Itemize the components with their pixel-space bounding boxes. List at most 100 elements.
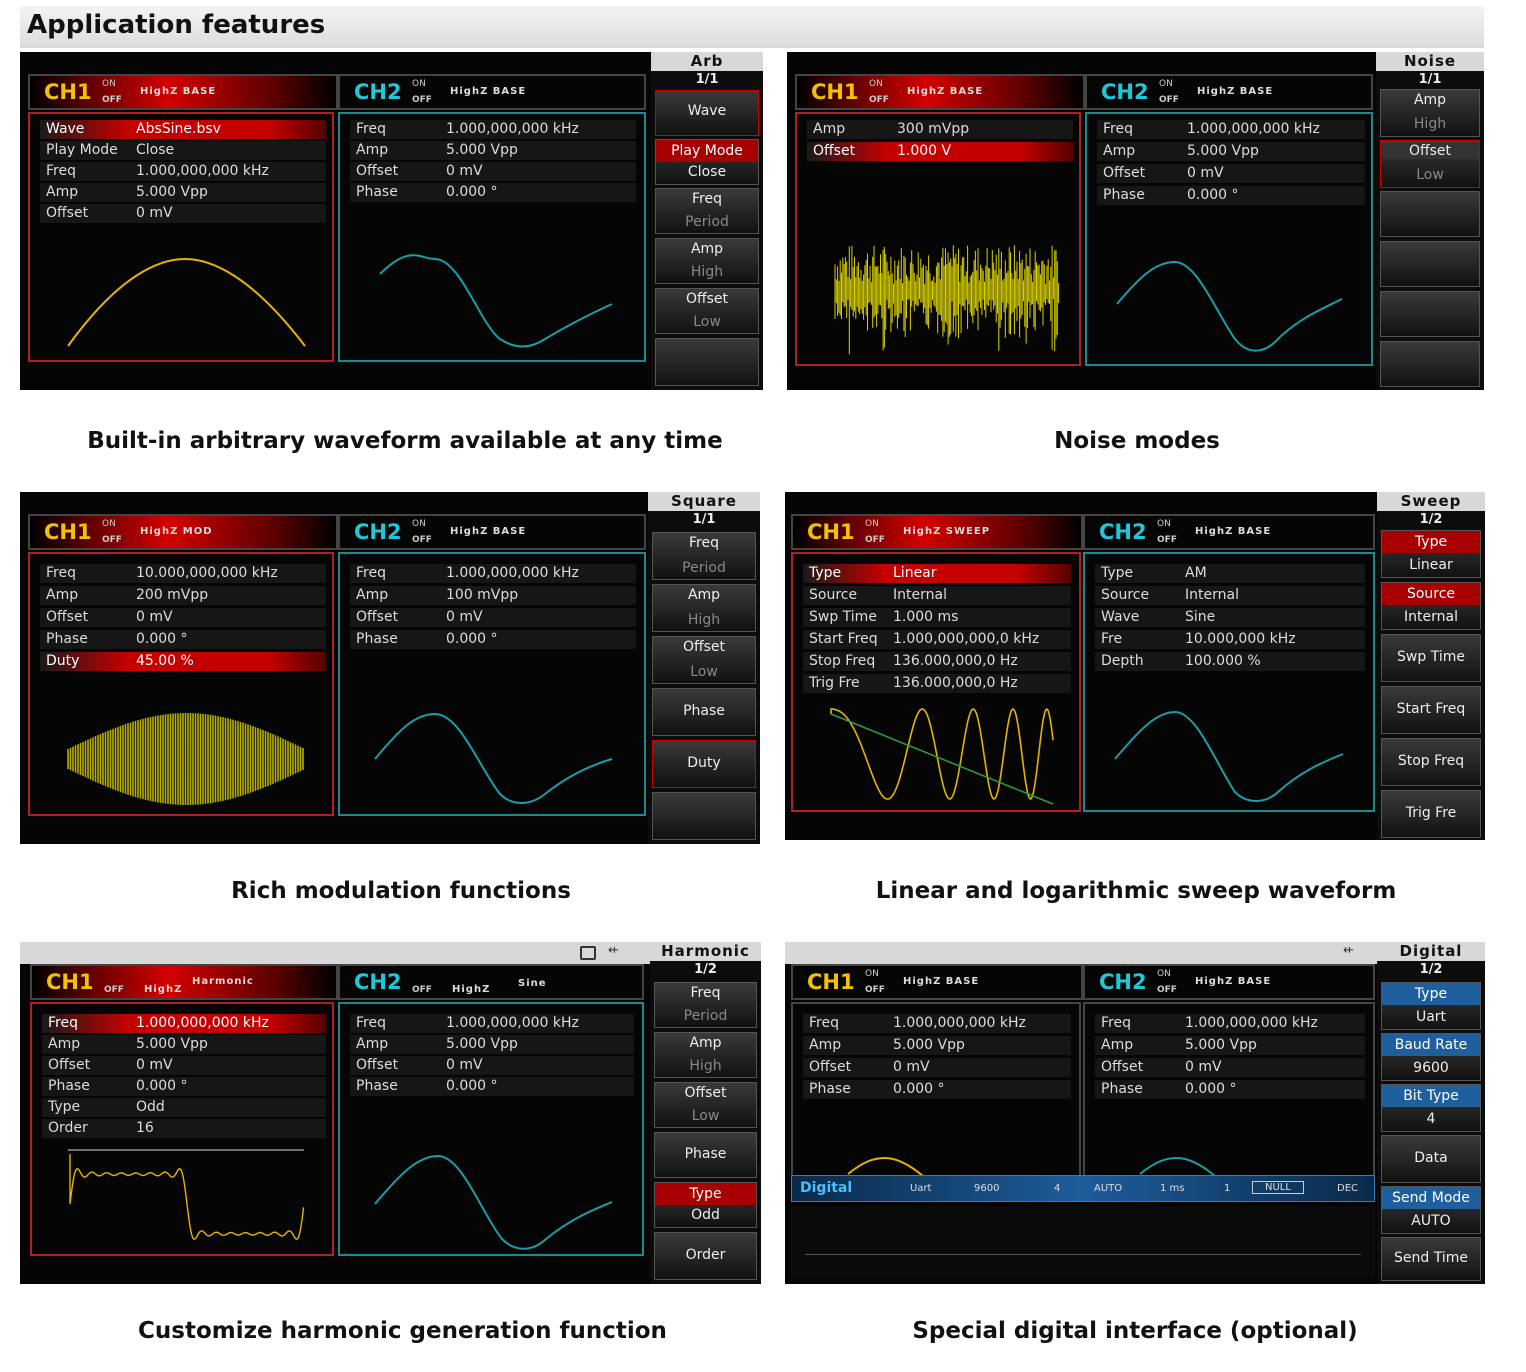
ch2-header[interactable]: CH2 OFF HighZ Sine: [338, 964, 644, 1000]
ch1-mode: HighZ BASE: [140, 86, 217, 97]
ch2-name: CH2: [354, 80, 402, 104]
ch2-header[interactable]: CH2 ON OFF HighZ BASE: [1085, 74, 1373, 110]
softkey-baud-rate[interactable]: Baud Rate 9600: [1381, 1033, 1481, 1081]
noise-waveform: [834, 245, 1060, 355]
softkey-swp-time[interactable]: Swp Time: [1381, 634, 1481, 682]
header-bar: Application features: [20, 6, 1484, 48]
menu-page: 1/1: [692, 512, 716, 527]
softkey-trig-fre[interactable]: Trig Fre: [1381, 790, 1481, 838]
softkey-duty[interactable]: Duty: [652, 740, 756, 788]
softkey-start-freq[interactable]: Start Freq: [1381, 686, 1481, 734]
softkey-type[interactable]: Type Odd: [654, 1182, 757, 1228]
digital-field: 4: [1054, 1183, 1061, 1194]
softkey-freq[interactable]: Freq Period: [655, 188, 759, 234]
menu-page: 1/2: [1419, 512, 1443, 527]
softkey-amp[interactable]: Amp High: [654, 1032, 757, 1078]
ch2-header[interactable]: CH2 ON OFF HighZ BASE: [338, 514, 646, 550]
softkey-offset[interactable]: Offset Low: [654, 1082, 757, 1128]
softkey-send-mode[interactable]: Send Mode AUTO: [1381, 1186, 1481, 1234]
softkey-offset[interactable]: Offset Low: [1380, 140, 1480, 188]
ch1-header[interactable]: CH1 ON OFF HighZ MOD: [28, 514, 338, 550]
softkey-empty[interactable]: [1380, 241, 1480, 287]
ch1-header[interactable]: CH1 ON OFF HighZ BASE: [28, 74, 338, 110]
sine-waveform: [374, 712, 613, 804]
sine-waveform: [1114, 710, 1344, 802]
ch1-header[interactable]: CH1 ON OFF HighZ BASE: [791, 964, 1083, 1000]
page-title: Application features: [27, 10, 326, 40]
ch1-panel: Type Linear Source Internal Swp Time 1.000 …: [791, 552, 1081, 812]
ch1-name: CH1: [44, 80, 92, 104]
softkey-amp[interactable]: Amp High: [1380, 89, 1480, 137]
caption-sweep: Linear and logarithmic sweep waveform: [875, 878, 1397, 904]
ch2-mode: HighZ BASE: [450, 86, 527, 97]
ch2-panel: Freq 1.000,000,000 kHz Amp 5.000 Vpp Offse…: [338, 1002, 644, 1256]
softkey-empty[interactable]: [1380, 191, 1480, 237]
softkey-play-mode[interactable]: Play Mode Close: [655, 139, 759, 185]
ch2-header[interactable]: CH2 ON OFF HighZ BASE: [338, 74, 646, 110]
harmonic-screen: ⇷ CH1 OFF HighZ Harmonic CH2 OFF HighZ S…: [20, 942, 761, 1284]
divider: [805, 1254, 1361, 1255]
menu-page: 1/2: [1419, 962, 1443, 977]
menu-title: Digital: [1377, 942, 1485, 961]
ch1-off-label: OFF: [102, 95, 122, 105]
usb-icon: ⇷: [608, 943, 619, 958]
menu-title: Arb: [651, 52, 763, 71]
digital-field: 1 ms: [1160, 1183, 1185, 1194]
ch2-header[interactable]: CH2 ON OFF HighZ BASE: [1083, 514, 1375, 550]
noise-screen: CH1 ON OFF HighZ BASE CH2 ON OFF HighZ BAS…: [787, 52, 1484, 390]
digital-field: NULL: [1252, 1181, 1304, 1194]
softkey-wave[interactable]: Wave: [655, 90, 759, 136]
softkey-order[interactable]: Order: [654, 1232, 757, 1280]
ch1-header[interactable]: CH1 OFF HighZ Harmonic: [30, 964, 338, 1000]
status-bar: ⇷: [20, 942, 650, 964]
softkey-empty[interactable]: [655, 338, 759, 386]
ch1-header[interactable]: CH1 ON OFF HighZ SWEEP: [791, 514, 1083, 550]
am-modulated-waveform: [67, 713, 304, 805]
menu-title: Sweep: [1377, 492, 1485, 511]
softkey-type[interactable]: Type Uart: [1381, 982, 1481, 1030]
ch2-panel: Freq 1.000,000,000 kHz Amp 100 mVpp Offset…: [338, 552, 646, 816]
arb-screen: CH1 ON OFF HighZ BASE CH2 ON OFF HighZ B…: [20, 52, 763, 390]
caption-noise: Noise modes: [1054, 428, 1220, 454]
ch1-on-label: ON: [102, 79, 116, 89]
softkey-menu: Sweep 1/2 Type Linear Source Internal Swp …: [1377, 492, 1485, 840]
digital-field: Uart: [910, 1183, 932, 1194]
sine-waveform: [374, 1154, 613, 1250]
ch2-on-label: ON: [412, 79, 426, 89]
digital-data-area: [791, 1206, 1375, 1278]
softkey-freq[interactable]: Freq Period: [654, 982, 757, 1028]
digital-field: DEC: [1337, 1183, 1359, 1194]
softkey-amp[interactable]: Amp High: [652, 584, 756, 632]
softkey-offset[interactable]: Offset Low: [652, 636, 756, 684]
softkey-data[interactable]: Data: [1381, 1135, 1481, 1183]
softkey-empty[interactable]: [1380, 341, 1480, 387]
digital-status-bar[interactable]: Digital Uart 9600 4 AUTO 1 ms 1 NULL DEC: [791, 1175, 1375, 1202]
square-screen: CH1 ON OFF HighZ MOD CH2 ON OFF HighZ BASE…: [20, 492, 760, 844]
digital-field: 9600: [974, 1183, 1000, 1194]
softkey-phase[interactable]: Phase: [654, 1132, 757, 1178]
ch1-panel: Freq 1.000,000,000 kHz Amp 5.000 Vpp Offse…: [791, 1002, 1081, 1182]
softkey-bit-type[interactable]: Bit Type 4: [1381, 1084, 1481, 1132]
softkey-source[interactable]: Source Internal: [1381, 582, 1481, 630]
ch1-header[interactable]: CH1 ON OFF HighZ BASE: [795, 74, 1085, 110]
digital-field: AUTO: [1094, 1183, 1123, 1194]
menu-title: Square: [648, 492, 760, 511]
ch1-panel: Amp 300 mVpp Offset 1.000 V: [795, 112, 1081, 366]
softkey-stop-freq[interactable]: Stop Freq: [1381, 738, 1481, 786]
softkey-phase[interactable]: Phase: [652, 688, 756, 736]
abssine-waveform: [67, 257, 306, 347]
softkey-empty[interactable]: [1380, 291, 1480, 337]
sweep-screen: CH1 ON OFF HighZ SWEEP CH2 ON OFF HighZ BA…: [785, 492, 1485, 840]
ch1-panel: Wave AbsSine.bsv Play Mode Close Freq 1.000…: [28, 112, 334, 362]
softkey-amp[interactable]: Amp High: [655, 238, 759, 284]
sine-waveform: [379, 254, 613, 348]
softkey-send-time[interactable]: Send Time: [1381, 1237, 1481, 1281]
softkey-offset[interactable]: Offset Low: [655, 288, 759, 334]
softkey-type[interactable]: Type Linear: [1381, 530, 1481, 578]
ch2-panel: Freq 1.000,000,000 kHz Amp 5.000 Vpp Offse…: [1083, 1002, 1375, 1182]
softkey-freq[interactable]: Freq Period: [652, 532, 756, 580]
softkey-empty[interactable]: [652, 792, 756, 840]
menu-page: 1/2: [694, 962, 717, 977]
ch2-panel: Freq 1.000,000,000 kHz Amp 5.000 Vpp Offse…: [1085, 112, 1373, 366]
ch2-header[interactable]: CH2 ON OFF HighZ BASE: [1083, 964, 1375, 1000]
